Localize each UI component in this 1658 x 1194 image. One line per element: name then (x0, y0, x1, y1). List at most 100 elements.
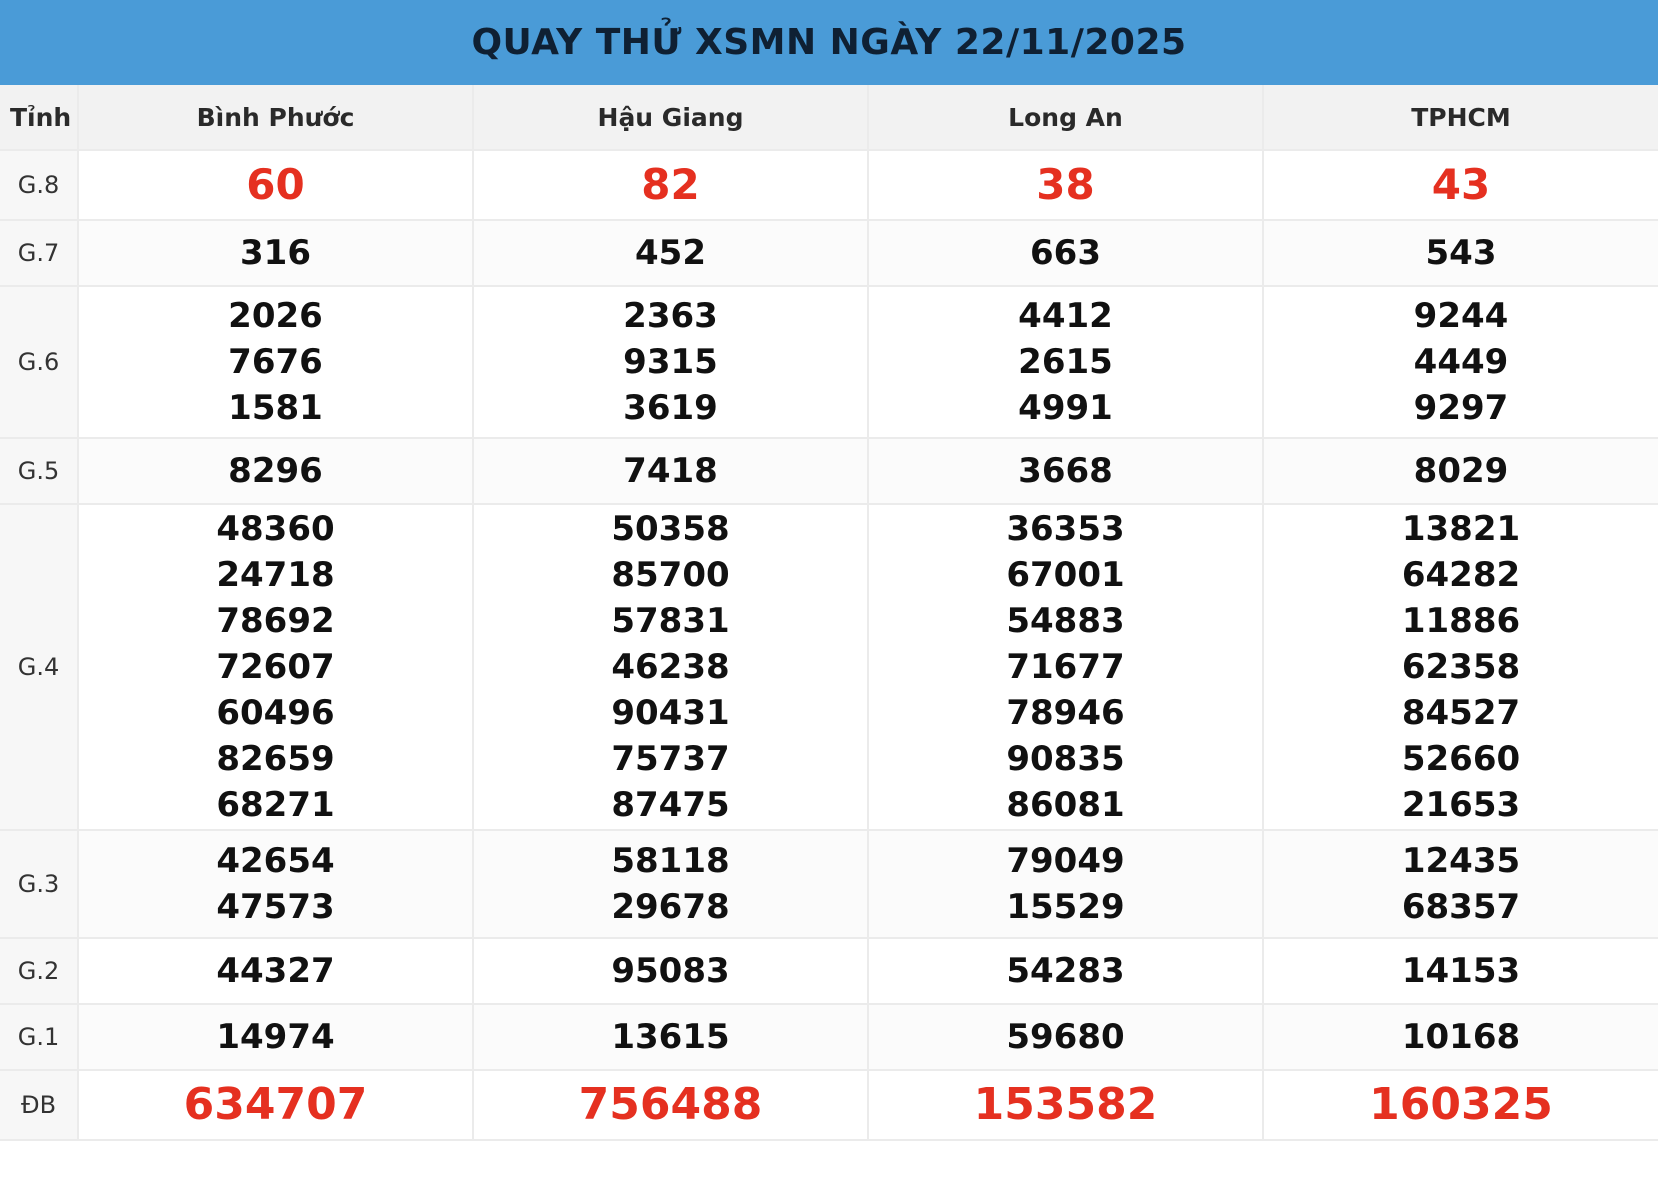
prize-number: 79049 (1006, 841, 1125, 881)
prize-number: 46238 (611, 647, 730, 687)
prize-cell: 50358 85700 57831 46238 90431 75737 87475 (473, 504, 869, 831)
prize-number: 86081 (1006, 785, 1125, 825)
prize-number: 75737 (611, 739, 730, 779)
prize-cell: 153582 (868, 1070, 1264, 1141)
header-row: Tỉnh Bình Phước Hậu Giang Long An TPHCM (0, 85, 1658, 151)
prize-cell: 13615 (473, 1004, 869, 1071)
prize-number: 316 (240, 233, 311, 273)
prize-number: 1581 (228, 388, 323, 428)
prize-number: 72607 (216, 647, 335, 687)
prize-number: 44327 (216, 951, 335, 991)
prize-number: 48360 (216, 509, 335, 549)
prize-number: 29678 (611, 887, 730, 927)
prize-number: 14153 (1401, 951, 1521, 991)
prize-number: 42654 (216, 841, 335, 881)
prize-number: 9297 (1413, 388, 1509, 428)
prize-number: 78946 (1006, 693, 1125, 733)
prize-number: 160325 (1369, 1079, 1553, 1130)
prize-number: 452 (635, 233, 706, 273)
prize-number: 8296 (228, 451, 323, 491)
prize-number: 4412 (1018, 296, 1113, 336)
prize-label: G.8 (0, 150, 79, 221)
prize-number: 2363 (623, 296, 718, 336)
prize-cell: 43 (1263, 150, 1658, 221)
prize-number: 24718 (216, 555, 335, 595)
prize-number: 38 (1036, 160, 1095, 209)
prize-cell: 48360 24718 78692 72607 60496 82659 68271 (78, 504, 474, 831)
prize-cell: 756488 (473, 1070, 869, 1141)
prize-number: 9315 (623, 342, 718, 382)
prize-number: 3619 (623, 388, 718, 428)
prize-number: 90835 (1006, 739, 1125, 779)
prize-number: 9244 (1413, 296, 1509, 336)
prize-number: 82 (641, 160, 700, 209)
prize-number: 57831 (611, 601, 730, 641)
prize-row: G.1 14974 13615 59680 10168 (0, 1004, 1658, 1071)
header-province-label: Tỉnh (0, 85, 79, 151)
prize-cell: 452 (473, 220, 869, 287)
prize-number: 85700 (611, 555, 730, 595)
prize-row: G.8 60 82 38 43 (0, 150, 1658, 221)
prize-cell: 316 (78, 220, 474, 287)
prize-number: 2615 (1018, 342, 1113, 382)
prize-number: 58118 (611, 841, 730, 881)
prize-number: 78692 (216, 601, 335, 641)
prize-number: 756488 (578, 1079, 763, 1130)
prize-cell: 95083 (473, 938, 869, 1005)
prize-cell: 42654 47573 (78, 830, 474, 939)
prize-number: 634707 (183, 1079, 368, 1130)
header-province-4: TPHCM (1263, 85, 1658, 151)
header-province-3: Long An (868, 85, 1264, 151)
prize-number: 87475 (611, 785, 730, 825)
prize-row: G.3 42654 47573 58118 29678 79049 15529 12435 68… (0, 830, 1658, 939)
prize-cell: 634707 (78, 1070, 474, 1141)
prize-row: G.7 316 452 663 543 (0, 220, 1658, 287)
prize-cell: 2026 7676 1581 (78, 286, 474, 439)
results-table: Tỉnh Bình Phước Hậu Giang Long An TPHCM … (0, 85, 1658, 1141)
prize-number: 2026 (228, 296, 323, 336)
prize-number: 84527 (1401, 693, 1521, 733)
prize-cell: 9244 4449 9297 (1263, 286, 1658, 439)
prize-cell: 2363 9315 3619 (473, 286, 869, 439)
prize-cell: 14974 (78, 1004, 474, 1071)
prize-label: G.1 (0, 1004, 79, 1071)
prize-label: ĐB (0, 1070, 79, 1141)
header-province-2: Hậu Giang (473, 85, 869, 151)
prize-cell: 8296 (78, 438, 474, 505)
prize-number: 95083 (611, 951, 730, 991)
prize-number: 21653 (1401, 785, 1521, 825)
prize-number: 7676 (228, 342, 323, 382)
title-bar: QUAY THỬ XSMN NGÀY 22/11/2025 (0, 0, 1658, 85)
prize-number: 43 (1431, 160, 1491, 209)
prize-number: 64282 (1401, 555, 1521, 595)
prize-number: 67001 (1006, 555, 1125, 595)
prize-number: 8029 (1413, 451, 1509, 491)
prize-cell: 4412 2615 4991 (868, 286, 1264, 439)
prize-label: G.2 (0, 938, 79, 1005)
prize-row: G.2 44327 95083 54283 14153 (0, 938, 1658, 1005)
prize-number: 543 (1425, 233, 1497, 273)
prize-label: G.5 (0, 438, 79, 505)
prize-number: 54883 (1006, 601, 1125, 641)
prize-cell: 54283 (868, 938, 1264, 1005)
results-body: G.8 60 82 38 43 G.7 316 452 663 543 G.6 2026 7676 158… (0, 150, 1658, 1141)
prize-number: 13615 (611, 1017, 730, 1057)
prize-cell: 3668 (868, 438, 1264, 505)
prize-number: 14974 (216, 1017, 335, 1057)
prize-number: 82659 (216, 739, 335, 779)
prize-number: 54283 (1006, 951, 1125, 991)
prize-cell: 60 (78, 150, 474, 221)
prize-cell: 8029 (1263, 438, 1658, 505)
prize-number: 50358 (611, 509, 730, 549)
prize-cell: 663 (868, 220, 1264, 287)
prize-cell: 44327 (78, 938, 474, 1005)
prize-cell: 36353 67001 54883 71677 78946 90835 86081 (868, 504, 1264, 831)
prize-number: 663 (1030, 233, 1101, 273)
prize-row: ĐB 634707 756488 153582 160325 (0, 1070, 1658, 1141)
prize-number: 11886 (1401, 601, 1521, 641)
prize-number: 13821 (1401, 509, 1521, 549)
prize-cell: 14153 (1263, 938, 1658, 1005)
prize-number: 59680 (1006, 1017, 1125, 1057)
prize-label: G.6 (0, 286, 79, 439)
prize-cell: 7418 (473, 438, 869, 505)
